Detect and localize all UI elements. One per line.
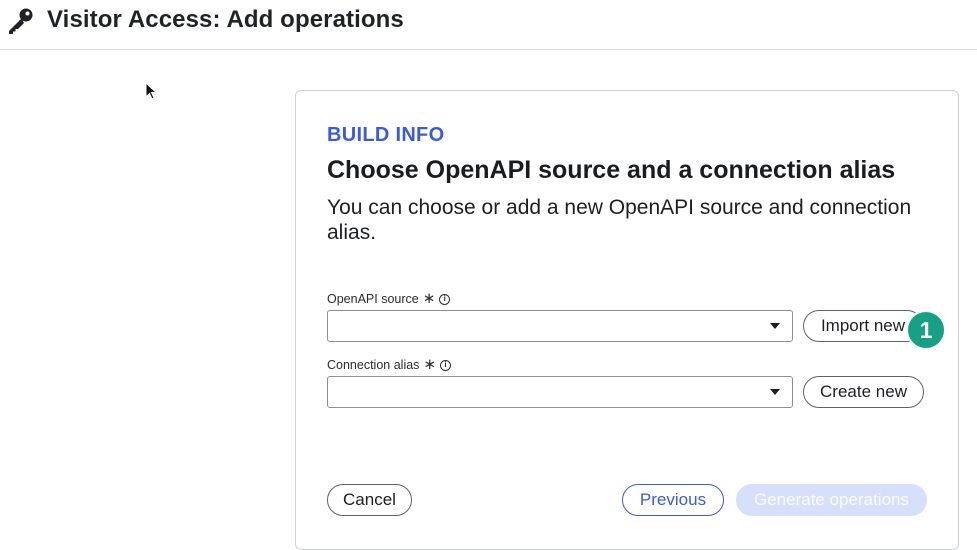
chevron-down-icon (770, 389, 780, 395)
cancel-button[interactable]: Cancel (327, 484, 412, 516)
generate-operations-button[interactable]: Generate operations (736, 484, 927, 516)
create-new-button[interactable]: Create new (803, 376, 924, 408)
section-eyebrow: BUILD INFO (327, 124, 445, 146)
chevron-down-icon (770, 323, 780, 329)
connection-alias-label: Connection alias ∗ i (327, 356, 451, 373)
build-info-card: BUILD INFO Choose OpenAPI source and a c… (295, 90, 959, 550)
connection-alias-label-text: Connection alias (327, 358, 420, 372)
info-icon[interactable]: i (440, 359, 451, 371)
required-icon: ∗ (422, 290, 436, 307)
key-icon (9, 8, 33, 34)
step-number-badge: 1 (906, 310, 946, 350)
card-title: Choose OpenAPI source and a connection a… (327, 156, 896, 184)
info-icon[interactable]: i (439, 293, 451, 305)
import-new-button[interactable]: Import new (803, 310, 923, 342)
openapi-source-select[interactable] (327, 310, 793, 342)
page-title: Visitor Access: Add operations (47, 6, 404, 33)
openapi-source-label-text: OpenAPI source (327, 292, 419, 306)
mouse-pointer-icon (145, 82, 157, 100)
openapi-source-label: OpenAPI source ∗ i (327, 290, 451, 307)
page-header: Visitor Access: Add operations (0, 0, 977, 50)
previous-button[interactable]: Previous (622, 484, 724, 516)
required-icon: ∗ (423, 356, 436, 373)
card-subtitle: You can choose or add a new OpenAPI sour… (327, 196, 912, 244)
connection-alias-select[interactable] (327, 376, 793, 408)
